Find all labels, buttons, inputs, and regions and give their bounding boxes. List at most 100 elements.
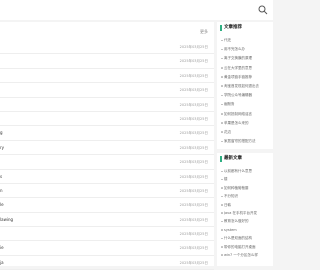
box-title: 文章推荐 bbox=[224, 25, 242, 30]
bullet-icon bbox=[221, 131, 223, 133]
sidebar-link-label[interactable]: 带你的电脑打开桌面 bbox=[224, 244, 256, 251]
article-row[interactable]: lawing 2025年03月25日 bbox=[0, 213, 214, 228]
article-title[interactable]: s bbox=[0, 173, 2, 181]
sidebar-link[interactable]: 花边 bbox=[217, 128, 273, 137]
article-date: 2025年03月25日 bbox=[179, 232, 208, 237]
latest-articles-box: 最新文章 以前都有什么意思楼如何种植葡萄藤 不分知识日韩 Java 在手机平台开发教… bbox=[217, 153, 273, 266]
sidebar-link[interactable]: 云在大学里的意思 bbox=[217, 64, 273, 73]
sidebar-link[interactable]: 教育怎么做好的 bbox=[217, 217, 273, 225]
article-row[interactable]: 2025年03月25日 bbox=[0, 83, 214, 98]
sidebar-link-label[interactable]: 学院公众号编辑器 bbox=[224, 92, 252, 99]
article-title[interactable]: n bbox=[0, 187, 3, 195]
sidebar-link-label[interactable]: 如何抵制网络谣言 bbox=[224, 111, 252, 118]
article-row[interactable]: 2025年03月25日 bbox=[0, 227, 214, 242]
sidebar-link[interactable]: win7 一个分区怎么样 bbox=[217, 251, 273, 259]
sidebar-link-label[interactable]: 淘宝首发现如何退出去 bbox=[224, 83, 259, 90]
article-row[interactable]: g 2025年03月25日 bbox=[0, 126, 214, 141]
sidebar-link[interactable]: 淘宝首发现如何退出去 bbox=[217, 82, 273, 91]
article-row[interactable]: 2025年03月25日 bbox=[0, 112, 214, 127]
sidebar-link-label[interactable]: win7 一个分区怎么样 bbox=[224, 252, 258, 259]
sidebar-link[interactable]: 带你的电脑打开桌面 bbox=[217, 243, 273, 251]
bullet-icon bbox=[221, 220, 223, 223]
article-row[interactable]: le 2025年03月25日 bbox=[0, 198, 214, 213]
article-row[interactable]: ie 2025年03月25日 bbox=[0, 241, 214, 256]
article-list-panel: 更多 2025年03月25日 2025年03月25日 2025年03月25日 2025… bbox=[0, 22, 214, 270]
bullet-icon bbox=[221, 195, 223, 198]
sidebar-link-label[interactable]: 日韩 bbox=[224, 202, 231, 209]
bullet-icon bbox=[221, 67, 223, 69]
article-title[interactable]: le bbox=[0, 201, 4, 209]
bullet-icon bbox=[221, 178, 223, 181]
sidebar-link-label[interactable]: 以前都有什么意思 bbox=[224, 168, 252, 175]
sidebar-link-label[interactable]: system bbox=[224, 227, 237, 234]
sidebar-link[interactable]: 楼 bbox=[217, 175, 273, 183]
article-date: 2025年03月25日 bbox=[179, 59, 208, 64]
sidebar-link-label[interactable]: 花边 bbox=[224, 129, 231, 136]
bullet-icon bbox=[221, 140, 223, 143]
article-row[interactable]: 2025年03月25日 bbox=[0, 40, 214, 55]
article-row[interactable]: 2025年03月25日 bbox=[0, 69, 214, 84]
sidebar-link[interactable]: 不分知识 bbox=[217, 192, 273, 200]
sidebar-link[interactable]: 代还 bbox=[217, 36, 273, 45]
sidebar-link-label[interactable]: 如何种植葡萄藤 bbox=[224, 185, 249, 192]
sidebar-link[interactable]: Java 在手机平台开发 bbox=[217, 209, 273, 217]
bullet-icon bbox=[221, 246, 223, 248]
more-link[interactable]: 更多 bbox=[200, 28, 208, 36]
article-date: 2025年03月25日 bbox=[179, 246, 208, 251]
box-header: 文章推荐 bbox=[217, 22, 273, 34]
article-date: 2025年03月25日 bbox=[179, 102, 208, 107]
bullet-icon bbox=[221, 57, 223, 60]
article-row[interactable]: 2025年03月25日 bbox=[0, 98, 214, 112]
article-date: 2025年03月25日 bbox=[179, 203, 208, 208]
sidebar-link-label[interactable]: Java 在手机平台开发 bbox=[224, 210, 257, 217]
article-title[interactable]: ry bbox=[0, 144, 4, 152]
article-row[interactable]: n 2025年03月25日 bbox=[0, 184, 214, 199]
sidebar-link-label[interactable]: 用不完怎么办 bbox=[224, 46, 245, 53]
sidebar-link-label[interactable]: 离子交换膜的原理 bbox=[224, 55, 252, 62]
sidebar-link[interactable]: 日韩 bbox=[217, 201, 273, 209]
article-row[interactable]: 2025年03月25日 bbox=[0, 54, 214, 69]
bullet-icon bbox=[221, 48, 223, 51]
sidebar-link[interactable]: 什么是双面的结构 bbox=[217, 234, 273, 242]
bullet-icon bbox=[221, 113, 223, 115]
bullet-icon bbox=[221, 187, 223, 189]
search-icon[interactable] bbox=[258, 5, 268, 15]
sidebar-link[interactable]: 如何种植葡萄藤 bbox=[217, 184, 273, 192]
sidebar-link[interactable]: 以前都有什么意思 bbox=[217, 167, 273, 175]
sidebar-link-label[interactable]: 幽默鲁 bbox=[224, 101, 235, 108]
sidebar-link-label[interactable]: 教育怎么做好的 bbox=[224, 218, 249, 225]
sidebar-link[interactable]: 苹果是怎么来的 bbox=[217, 119, 273, 128]
sidebar-link[interactable]: system bbox=[217, 226, 273, 234]
sidebar-link-label[interactable]: 家居窗帘的搭配方法 bbox=[224, 138, 256, 145]
article-title[interactable]: ie bbox=[0, 244, 4, 252]
article-row[interactable]: s 2025年03月25日 bbox=[0, 170, 214, 184]
recommended-list: 代还用不完怎么办 离子交换膜的原理 云在大学里的意思 黄金项链手链推荐 淘宝首发现如何退… bbox=[217, 36, 273, 146]
article-title[interactable]: lawing bbox=[0, 216, 13, 224]
sidebar-link-label[interactable]: 云在大学里的意思 bbox=[224, 65, 252, 72]
sidebar-link-label[interactable]: 代还 bbox=[224, 37, 231, 44]
sidebar-link[interactable]: 黄金项链手链推荐 bbox=[217, 73, 273, 82]
box-title: 最新文章 bbox=[224, 156, 242, 161]
sidebar-link-label[interactable]: 楼 bbox=[224, 176, 228, 183]
bullet-icon bbox=[221, 170, 223, 173]
sidebar-link[interactable]: 如何抵制网络谣言 bbox=[217, 110, 273, 119]
sidebar-link[interactable]: 幽默鲁 bbox=[217, 100, 273, 109]
article-date: 2025年03月25日 bbox=[179, 73, 208, 78]
sidebar-link[interactable]: 离子交换膜的原理 bbox=[217, 54, 273, 63]
bullet-icon bbox=[221, 122, 223, 124]
article-row[interactable]: 2025年03月25日 bbox=[0, 155, 214, 170]
sidebar-link-label[interactable]: 不分知识 bbox=[224, 193, 238, 200]
bullet-icon bbox=[221, 204, 223, 206]
sidebar-link[interactable]: 用不完怎么办 bbox=[217, 45, 273, 54]
article-row[interactable]: ry 2025年03月25日 bbox=[0, 141, 214, 156]
sidebar-link-label[interactable]: 苹果是怎么来的 bbox=[224, 120, 249, 127]
sidebar-link[interactable]: 学院公众号编辑器 bbox=[217, 91, 273, 100]
sidebar-link-label[interactable]: 黄金项链手链推荐 bbox=[224, 74, 252, 81]
sidebar-link[interactable]: 家居窗帘的搭配方法 bbox=[217, 137, 273, 146]
article-title[interactable]: g bbox=[0, 129, 3, 137]
article-row[interactable]: ja 2025年03月25日 bbox=[0, 256, 214, 270]
article-date: 2025年03月25日 bbox=[179, 88, 208, 93]
sidebar-link-label[interactable]: 什么是双面的结构 bbox=[224, 235, 252, 242]
accent-bar bbox=[220, 156, 222, 162]
bullet-icon bbox=[221, 39, 223, 42]
